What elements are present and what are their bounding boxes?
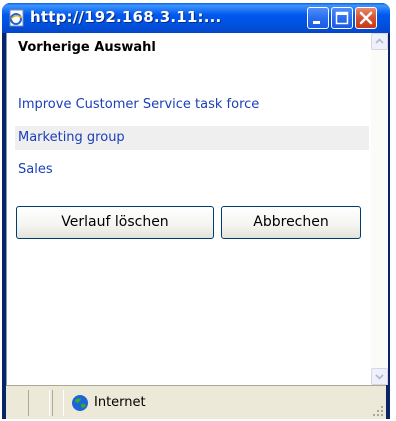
popup-window: http://192.168.3.11:... Vorherige Auswah… (2, 3, 390, 419)
ie-page-icon (9, 9, 24, 27)
window-title: http://192.168.3.11:... (30, 8, 222, 26)
vertical-scrollbar[interactable] (371, 33, 388, 385)
history-item-sales[interactable]: Sales (15, 158, 369, 182)
globe-icon (72, 395, 88, 411)
title-bar[interactable]: http://192.168.3.11:... (2, 3, 390, 33)
history-heading: Vorherige Auswahl (18, 40, 156, 55)
scroll-up-button[interactable] (371, 33, 388, 50)
security-zone-label: Internet (94, 395, 146, 410)
history-item-improve-customer-service[interactable]: Improve Customer Service task force (15, 93, 369, 117)
status-bar: Internet (6, 385, 386, 419)
close-icon (359, 11, 373, 25)
scroll-down-button[interactable] (371, 368, 388, 385)
clear-history-button[interactable]: Verlauf löschen (16, 206, 214, 239)
resize-grip-icon[interactable] (371, 404, 384, 417)
status-pane-1 (28, 390, 50, 416)
minimize-icon (313, 21, 320, 24)
page-content-area: Vorherige Auswahl Improve Customer Servi… (6, 33, 388, 385)
history-item-marketing-group[interactable]: Marketing group (15, 126, 369, 150)
chevron-up-icon (375, 38, 384, 44)
status-pane-2 (52, 390, 64, 416)
history-panel: Vorherige Auswahl Improve Customer Servi… (7, 33, 369, 385)
maximize-button[interactable] (331, 7, 353, 29)
close-button[interactable] (355, 7, 377, 29)
maximize-icon (335, 11, 349, 25)
chevron-down-icon (375, 374, 384, 380)
cancel-button[interactable]: Abbrechen (221, 206, 361, 239)
minimize-button[interactable] (307, 7, 329, 29)
